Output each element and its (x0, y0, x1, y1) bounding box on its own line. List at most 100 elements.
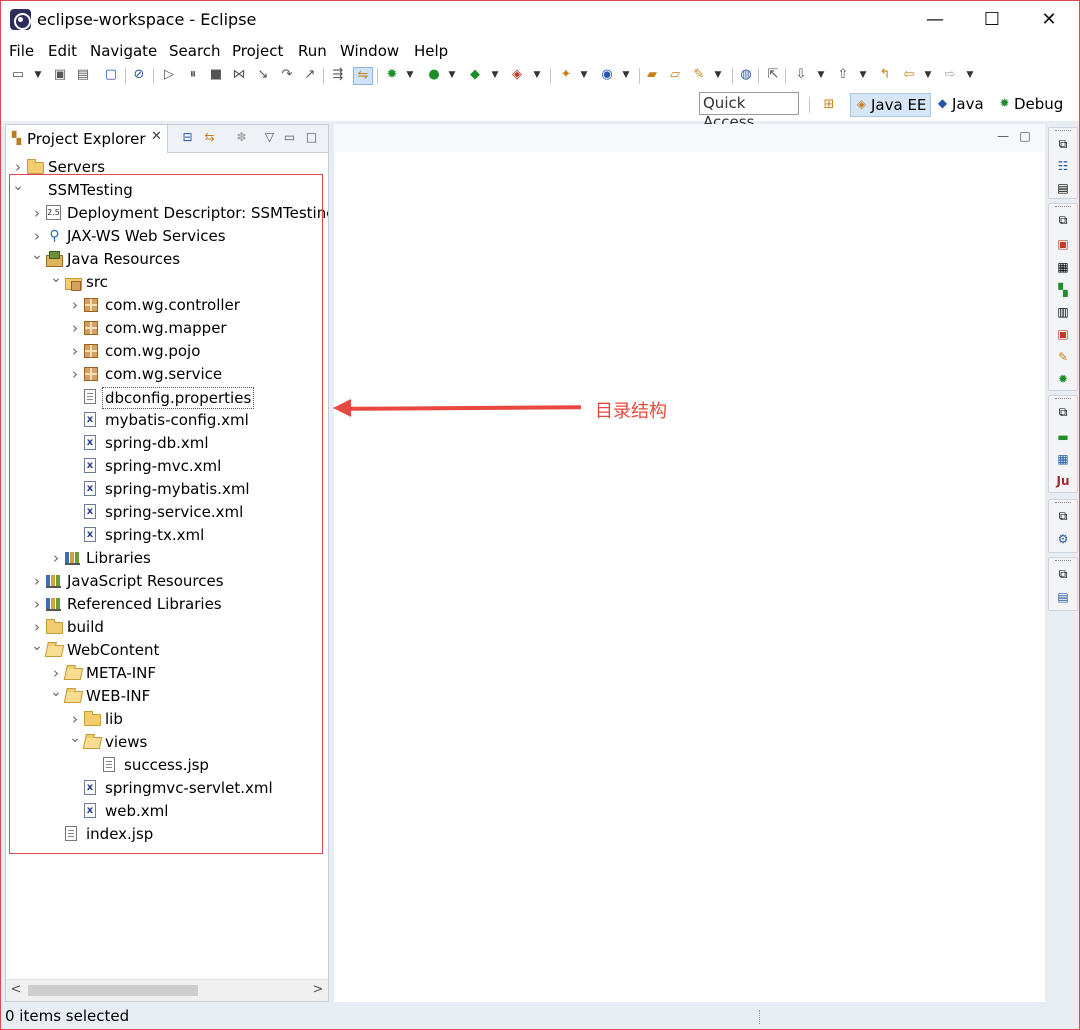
suspend-icon[interactable]: ⏸ (185, 67, 201, 83)
step-return-icon[interactable]: ↗ (302, 67, 318, 83)
last-edit-icon[interactable]: ⇱ (765, 67, 781, 83)
maximize-button[interactable]: ☐ (963, 1, 1021, 39)
new-icon[interactable]: ▭ (10, 67, 26, 83)
tree-item[interactable]: x springmvc-servlet.xml (6, 777, 328, 800)
restore-icon[interactable]: ⧉ (1055, 508, 1071, 524)
tree-item[interactable]: x spring-db.xml (6, 432, 328, 455)
menu-search[interactable]: Search (169, 42, 221, 60)
tree-item[interactable]: x web.xml (6, 800, 328, 823)
chevron-right-icon[interactable]: › (31, 618, 43, 636)
snippets-icon[interactable]: ▣ (1055, 326, 1071, 342)
debug-dropdown-icon[interactable]: ▼ (406, 67, 414, 83)
tree-item[interactable]: › ⚲ JAX-WS Web Services (6, 225, 328, 248)
menu-run[interactable]: Run (298, 42, 327, 60)
debug-icon[interactable]: ✹ (384, 67, 400, 83)
new-class-dropdown-icon[interactable]: ▼ (622, 67, 630, 83)
quick-access-input[interactable]: Quick Access (699, 92, 799, 131)
chevron-right-icon[interactable]: › (69, 710, 81, 728)
forward-dropdown-icon[interactable]: ▼ (966, 67, 974, 83)
external-tools-icon[interactable]: ◈ (509, 67, 525, 83)
menu-navigate[interactable]: Navigate (90, 42, 157, 60)
tree-item[interactable]: x spring-mvc.xml (6, 455, 328, 478)
perspective-debug[interactable]: ✹ Debug (994, 93, 1068, 117)
menu-edit[interactable]: Edit (48, 42, 77, 60)
chevron-right-icon[interactable]: › (12, 158, 24, 176)
tree-item[interactable]: x spring-mybatis.xml (6, 478, 328, 501)
expressions-icon[interactable]: ▤ (1055, 589, 1071, 605)
chevron-down-icon[interactable]: ⌄ (31, 637, 43, 655)
tree-item[interactable]: › META-INF (6, 662, 328, 685)
run-server-icon[interactable]: ◆ (467, 67, 483, 83)
menu-file[interactable]: File (9, 42, 34, 60)
back-icon[interactable]: ⇦ (901, 67, 917, 83)
tree-item[interactable]: ⌄ Java Resources (6, 246, 328, 271)
close-view-icon[interactable]: ✕ (151, 129, 162, 144)
search-tool-icon[interactable]: ✎ (691, 67, 707, 83)
run-server-dropdown-icon[interactable]: ▼ (491, 67, 499, 83)
next-annotation-icon[interactable]: ⇩ (793, 67, 809, 83)
chevron-right-icon[interactable]: › (69, 319, 81, 337)
next-annotation-dropdown-icon[interactable]: ▼ (817, 67, 825, 83)
maximize-view-icon[interactable]: □ (304, 130, 319, 145)
new-java-project-dropdown-icon[interactable]: ▼ (580, 67, 588, 83)
minimize-button[interactable]: — (906, 1, 964, 39)
collapse-all-icon[interactable]: ⊟ (180, 130, 195, 145)
scroll-right-icon[interactable]: > (310, 982, 326, 998)
tree-item[interactable]: › com.wg.service (6, 363, 328, 386)
restore-icon[interactable]: ⧉ (1055, 404, 1071, 420)
junit-icon[interactable]: Ju (1055, 473, 1071, 489)
horizontal-scrollbar[interactable]: < > (6, 979, 328, 1001)
chevron-right-icon[interactable]: › (31, 572, 43, 590)
tree-item[interactable]: ⌄ SSMTesting (6, 177, 328, 202)
open-task-icon[interactable]: ▱ (667, 67, 683, 83)
tree-item[interactable]: ⌄ src (6, 269, 328, 294)
progress-icon[interactable]: ▬ (1055, 429, 1071, 445)
new-dropdown-icon[interactable]: ▼ (34, 67, 42, 83)
link-with-editor-icon[interactable]: ⇆ (202, 130, 217, 145)
resume-icon[interactable]: ▷ (161, 67, 177, 83)
chevron-right-icon[interactable]: › (69, 365, 81, 383)
toggle-mark-occurrences-icon[interactable]: ⇋ (353, 67, 373, 85)
tree-item[interactable]: x spring-service.xml (6, 501, 328, 524)
chevron-down-icon[interactable]: ⌄ (69, 729, 81, 747)
restore-icon[interactable]: ⧉ (1055, 566, 1071, 582)
scrollbar-thumb[interactable] (28, 985, 198, 996)
chevron-right-icon[interactable]: › (50, 664, 62, 682)
tree-item[interactable]: ⌄ WebContent (6, 637, 328, 662)
chevron-down-icon[interactable]: ⌄ (50, 269, 62, 287)
chevron-down-icon[interactable]: ▽ (262, 130, 277, 145)
tree-item[interactable]: › com.wg.controller (6, 294, 328, 317)
menu-window[interactable]: Window (340, 42, 399, 60)
tree-item[interactable]: › Referenced Libraries (6, 593, 328, 616)
tree-item[interactable]: x spring-tx.xml (6, 524, 328, 547)
tree-item[interactable]: › JavaScript Resources (6, 570, 328, 593)
task-list-icon[interactable]: ▤ (1055, 180, 1071, 196)
tree-item[interactable]: › 2.5 Deployment Descriptor: SSMTesting (6, 202, 328, 225)
new-java-project-icon[interactable]: ✦ (558, 67, 574, 83)
tree-item[interactable]: › Servers (6, 156, 328, 179)
view-menu-icon[interactable]: ✽ (234, 130, 249, 145)
perspective-java[interactable]: ◆ Java (932, 93, 988, 117)
tab-project-explorer[interactable]: ▚ Project Explorer ✕ (6, 125, 168, 153)
use-step-filters-icon[interactable]: ⇶ (330, 67, 346, 83)
chevron-down-icon[interactable]: ⌄ (50, 683, 62, 701)
save-all-icon[interactable]: ▤ (75, 67, 91, 83)
step-into-icon[interactable]: ↘ (255, 67, 271, 83)
forward-icon[interactable]: ⇨ (942, 67, 958, 83)
tree-item[interactable]: index.jsp (6, 823, 328, 846)
new-class-icon[interactable]: ◉ (599, 67, 615, 83)
chevron-down-icon[interactable]: ⌄ (31, 246, 43, 264)
tree-item[interactable]: dbconfig.properties (6, 386, 328, 409)
tree-item[interactable]: › lib (6, 708, 328, 731)
tree-item[interactable]: ⌄ views (6, 729, 328, 754)
tree-item[interactable]: ⌄ WEB-INF (6, 683, 328, 708)
chevron-down-icon[interactable]: ⌄ (12, 177, 24, 195)
close-button[interactable]: ✕ (1020, 1, 1078, 39)
external-tools-dropdown-icon[interactable]: ▼ (533, 67, 541, 83)
disconnect-icon[interactable]: ⋈ (231, 67, 247, 83)
terminate-icon[interactable]: ■ (208, 67, 224, 83)
menu-project[interactable]: Project (232, 42, 283, 60)
chevron-right-icon[interactable]: › (69, 296, 81, 314)
chevron-right-icon[interactable]: › (31, 595, 43, 613)
tree-item[interactable]: success.jsp (6, 754, 328, 777)
